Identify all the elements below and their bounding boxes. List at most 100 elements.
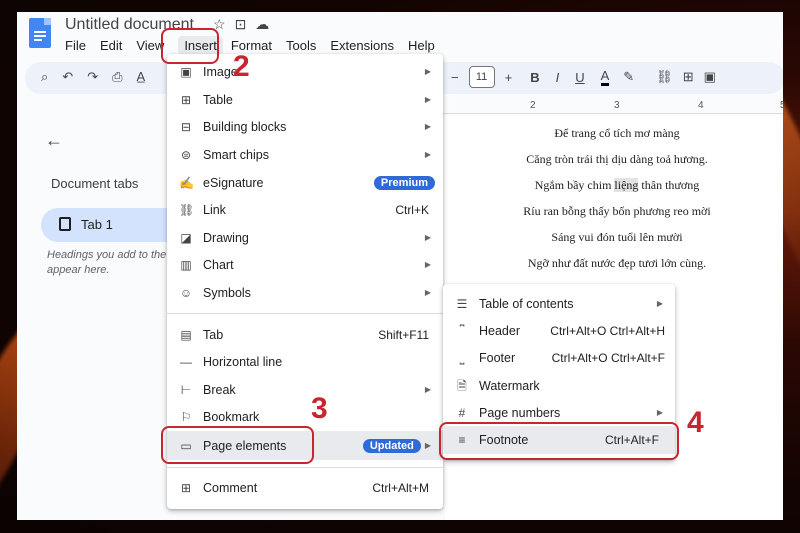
ruler-mark: 4 (698, 100, 704, 111)
menu-tools[interactable]: Tools (286, 38, 322, 55)
menu-item-footer[interactable]: ⎵ Footer Ctrl+Alt+O Ctrl+Alt+F (443, 344, 675, 371)
docs-logo-icon (29, 18, 51, 48)
menu-item-horizontal-line[interactable]: — Horizontal line (167, 348, 443, 375)
headings-hint: Headings you add to the will appear here… (47, 249, 185, 276)
shortcut: Ctrl+K (395, 202, 429, 217)
link-icon: ⛓ (179, 202, 195, 217)
ruler-mark: 3 (614, 100, 620, 111)
font-size-decrease-icon[interactable]: − (451, 70, 459, 85)
step-number-3: 3 (311, 392, 328, 425)
highlight-insert-menu (161, 28, 219, 64)
hash-icon: # (458, 405, 466, 420)
poem-line: Căng tròn trái thị dịu dàng toả hương. (526, 152, 708, 166)
undo-icon[interactable]: ↶ (62, 69, 73, 85)
submenu-arrow-icon: ▶ (424, 122, 431, 131)
menu-item-break[interactable]: ⊢ Break ▶ (167, 376, 443, 403)
menu-item-comment[interactable]: ⊞ Comment Ctrl+Alt+M (167, 474, 443, 501)
comment-icon[interactable]: ⊞ (683, 69, 694, 85)
ruler: 2 3 4 5 (442, 100, 783, 114)
image-icon[interactable]: ▣ (704, 69, 716, 85)
submenu-arrow-icon: ▶ (424, 288, 431, 297)
break-icon: ⊢ (180, 382, 192, 397)
document-tabs-label: Document tabs (51, 176, 139, 191)
menu-file[interactable]: File (65, 38, 92, 55)
submenu-arrow-icon: ▶ (424, 233, 431, 242)
submenu-arrow-icon: ▶ (424, 95, 431, 104)
document-body: Để trang cổ tích mơ màng Căng tròn trái … (467, 126, 767, 282)
menu-item-header[interactable]: ⎴ Header Ctrl+Alt+O Ctrl+Alt+H (443, 317, 675, 344)
redo-icon[interactable]: ↷ (87, 69, 98, 85)
submenu-arrow-icon: ▶ (424, 385, 431, 394)
menu-item-link[interactable]: ⛓ Link Ctrl+K (167, 196, 443, 223)
spellcheck-icon[interactable]: A̲ (137, 69, 146, 85)
shortcut: Ctrl+Alt+M (372, 480, 429, 495)
cloud-saved-icon[interactable]: ☁ (255, 16, 269, 33)
smart-chips-icon: ⊜ (180, 147, 192, 162)
font-size-input[interactable]: 11 (468, 66, 495, 88)
menu-item-drawing[interactable]: ◪ Drawing ▶ (167, 224, 443, 251)
menu-help[interactable]: Help (408, 38, 441, 55)
toc-icon: ☰ (456, 296, 468, 311)
underline-button[interactable]: U (575, 70, 584, 85)
bold-button[interactable]: B (530, 70, 539, 85)
back-arrow-icon[interactable]: ← (45, 130, 63, 151)
menu-item-table[interactable]: ⊞ Table ▶ (167, 86, 443, 113)
emoji-icon: ☺ (179, 285, 193, 300)
menu-item-chart[interactable]: ▥ Chart ▶ (167, 251, 443, 278)
tab-1-label: Tab 1 (81, 217, 113, 232)
submenu-arrow-icon: ▶ (656, 299, 663, 308)
document-icon (59, 217, 71, 231)
menu-edit[interactable]: Edit (100, 38, 128, 55)
highlight-page-elements (161, 426, 314, 464)
menu-item-building-blocks[interactable]: ⊟ Building blocks ▶ (167, 113, 443, 140)
horizontal-line-icon: — (180, 354, 192, 369)
menu-bar: File Edit View Insert Format Tools Exten… (65, 36, 449, 55)
premium-badge: Premium (373, 175, 435, 190)
tab-icon: ▤ (180, 327, 192, 342)
ruler-mark: 5 (780, 100, 783, 111)
poem-line: Ríu ran bỗng thấy bốn phương reo mời (523, 204, 711, 218)
image-icon: ▣ (180, 64, 192, 79)
menu-item-smart-chips[interactable]: ⊜ Smart chips ▶ (167, 141, 443, 168)
menu-item-symbols[interactable]: ☺ Symbols ▶ (167, 279, 443, 306)
text-color-button[interactable]: A (600, 68, 610, 86)
comment-icon: ⊞ (180, 480, 192, 495)
submenu-arrow-icon: ▶ (424, 441, 431, 450)
poem-line: Sáng vui đón tuổi lên mười (551, 230, 683, 244)
submenu-arrow-icon: ▶ (424, 150, 431, 159)
step-number-2: 2 (233, 50, 250, 83)
search-icon[interactable]: ⌕ (41, 69, 48, 85)
submenu-arrow-icon: ▶ (424, 260, 431, 269)
submenu-arrow-icon: ▶ (424, 67, 431, 76)
link-icon[interactable]: ⛓ (656, 69, 673, 85)
google-docs-window: Untitled document ☆ ⊡ ☁ File Edit View I… (17, 12, 783, 520)
shortcut: Ctrl+Alt+O Ctrl+Alt+H (550, 323, 665, 338)
font-size-increase-icon[interactable]: + (505, 70, 513, 85)
footer-icon: ⎵ (459, 350, 465, 365)
updated-badge: Updated (362, 438, 421, 453)
selected-text: liệng (614, 178, 639, 192)
chart-icon: ▥ (180, 257, 192, 272)
poem-line: Ngỡ như đất nước đẹp tươi lớn cùng. (527, 256, 707, 270)
menu-divider (167, 313, 443, 314)
building-blocks-icon: ⊟ (180, 119, 192, 134)
menu-extensions[interactable]: Extensions (330, 38, 400, 55)
shortcut: Shift+F11 (378, 327, 429, 342)
menu-divider (167, 467, 443, 468)
highlight-footnote (439, 422, 679, 460)
menu-item-esignature[interactable]: ✍ eSignature Premium (167, 169, 443, 196)
step-number-4: 4 (687, 406, 704, 439)
table-icon: ⊞ (180, 92, 192, 107)
print-icon[interactable]: ⎙ (112, 69, 122, 85)
menu-item-tab[interactable]: ▤ Tab Shift+F11 (167, 321, 443, 348)
bookmark-icon: ⚐ (180, 409, 192, 424)
menu-item-table-of-contents[interactable]: ☰ Table of contents ▶ (443, 290, 675, 317)
header-icon: ⎴ (459, 323, 465, 338)
menu-item-watermark[interactable]: 🗎 Watermark (443, 372, 675, 399)
move-folder-icon[interactable]: ⊡ (235, 16, 247, 33)
signature-icon: ✍ (179, 175, 194, 190)
shortcut: Ctrl+Alt+O Ctrl+Alt+F (551, 350, 665, 365)
italic-button[interactable]: I (556, 70, 560, 85)
poem-line: Để trang cổ tích mơ màng (554, 126, 680, 140)
highlight-icon[interactable]: ✎ (623, 69, 634, 85)
